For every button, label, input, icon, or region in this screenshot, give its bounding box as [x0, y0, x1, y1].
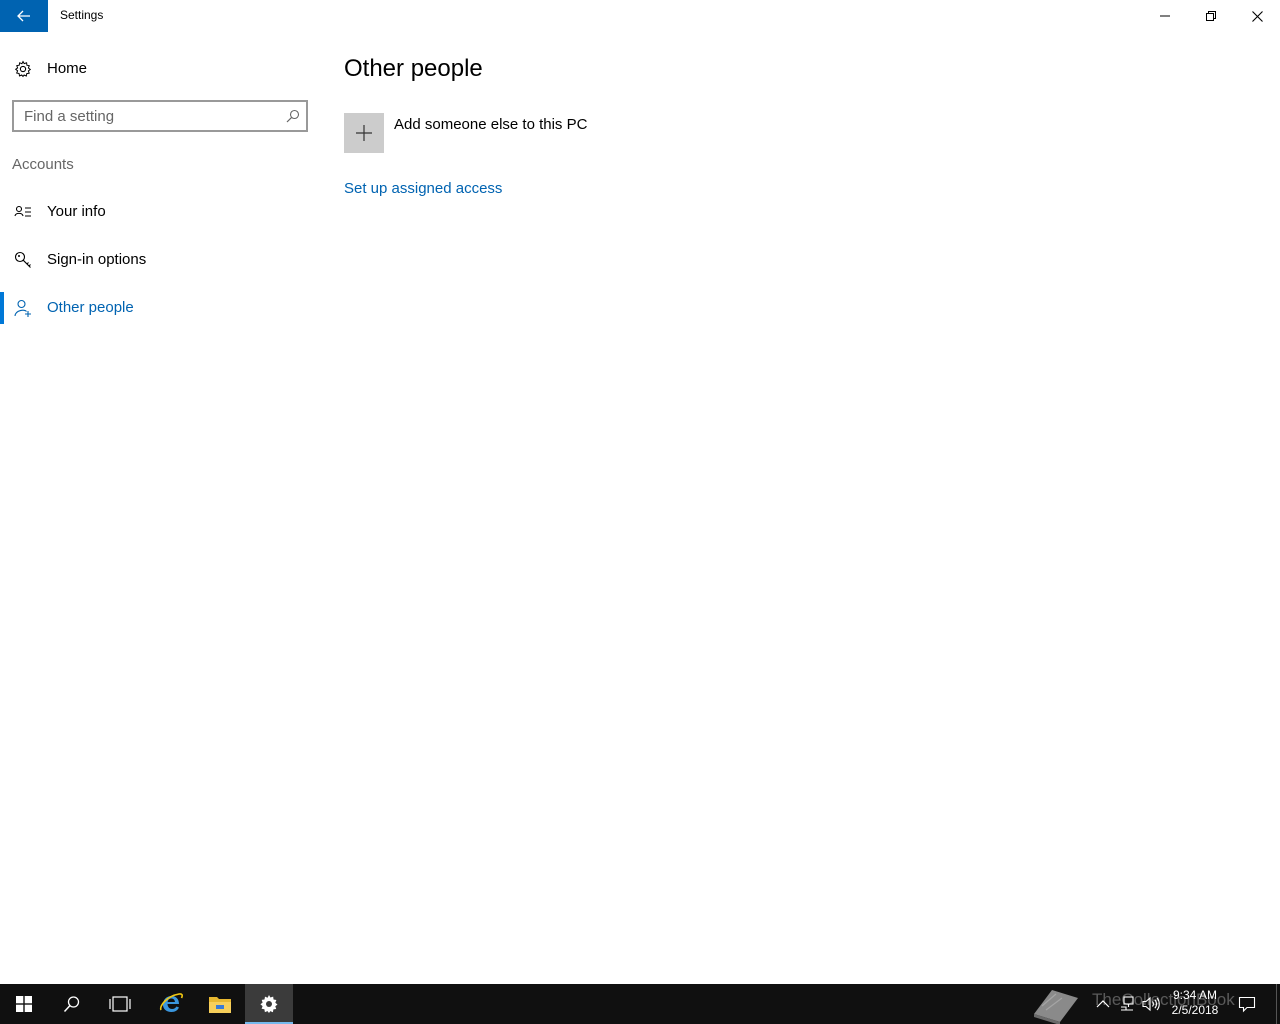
- minimize-icon: [1160, 15, 1170, 17]
- file-explorer-button[interactable]: [196, 984, 244, 1024]
- task-view-button[interactable]: [96, 984, 144, 1024]
- settings-taskbar-button[interactable]: [245, 984, 293, 1024]
- network-icon[interactable]: [1118, 995, 1136, 1013]
- task-view-icon: [109, 996, 131, 1012]
- settings-icon: [260, 995, 278, 1013]
- minimize-button[interactable]: [1142, 0, 1188, 32]
- add-someone-button[interactable]: Add someone else to this PC: [344, 113, 644, 153]
- start-icon: [16, 996, 32, 1012]
- page-title: Other people: [344, 55, 483, 82]
- internet-explorer-button[interactable]: [147, 984, 195, 1024]
- taskbar-search-button[interactable]: [48, 984, 96, 1024]
- set-up-assigned-access-link[interactable]: Set up assigned access: [344, 180, 502, 197]
- sidebar-item-sign-in-options[interactable]: Sign-in options: [0, 240, 320, 280]
- sidebar-item-label: Sign-in options: [47, 251, 147, 268]
- title-bar: Settings: [0, 0, 1280, 32]
- contact-card-icon: [14, 205, 31, 217]
- home-label: Home: [47, 60, 88, 77]
- home-nav-item[interactable]: Home: [0, 52, 320, 86]
- close-button[interactable]: [1234, 0, 1280, 32]
- volume-icon[interactable]: [1142, 995, 1160, 1013]
- file-explorer-icon: [209, 997, 231, 1013]
- back-button[interactable]: [0, 0, 48, 32]
- search-icon[interactable]: [286, 109, 300, 123]
- back-arrow-icon: [17, 10, 30, 22]
- show-desktop-button[interactable]: [1276, 984, 1277, 1024]
- taskbar: TheCollectionBook 9:34 AM 2/5/2018: [0, 984, 1280, 1024]
- search-box[interactable]: [12, 100, 308, 132]
- plus-icon: [356, 125, 372, 141]
- sidebar-item-other-people[interactable]: Other people: [0, 288, 320, 328]
- add-someone-label: Add someone else to this PC: [394, 116, 588, 133]
- section-heading-accounts: Accounts: [12, 156, 74, 173]
- restore-button[interactable]: [1188, 0, 1234, 32]
- sidebar-item-label: Other people: [47, 299, 134, 316]
- key-icon: [14, 251, 31, 268]
- chevron-up-icon[interactable]: [1094, 995, 1112, 1013]
- internet-explorer-icon: [159, 993, 183, 1012]
- clock-time: 9:34 AM: [1172, 988, 1218, 1002]
- book-icon: [1034, 990, 1078, 1024]
- restore-icon: [1206, 11, 1216, 21]
- close-icon: [1251, 10, 1263, 22]
- sidebar-item-label: Your info: [47, 203, 106, 220]
- search-input[interactable]: [24, 106, 279, 126]
- sidebar-item-your-info[interactable]: Your info: [0, 192, 320, 232]
- gear-icon: [14, 60, 32, 78]
- start-button[interactable]: [0, 984, 48, 1024]
- add-tile: [344, 113, 384, 153]
- taskbar-clock[interactable]: 9:34 AM 2/5/2018: [1162, 988, 1228, 1018]
- action-center-icon[interactable]: [1238, 995, 1256, 1013]
- selection-indicator: [0, 292, 4, 324]
- person-add-icon: [14, 299, 31, 317]
- search-icon: [63, 996, 80, 1013]
- clock-date: 2/5/2018: [1171, 1003, 1219, 1017]
- window-title: Settings: [60, 8, 104, 22]
